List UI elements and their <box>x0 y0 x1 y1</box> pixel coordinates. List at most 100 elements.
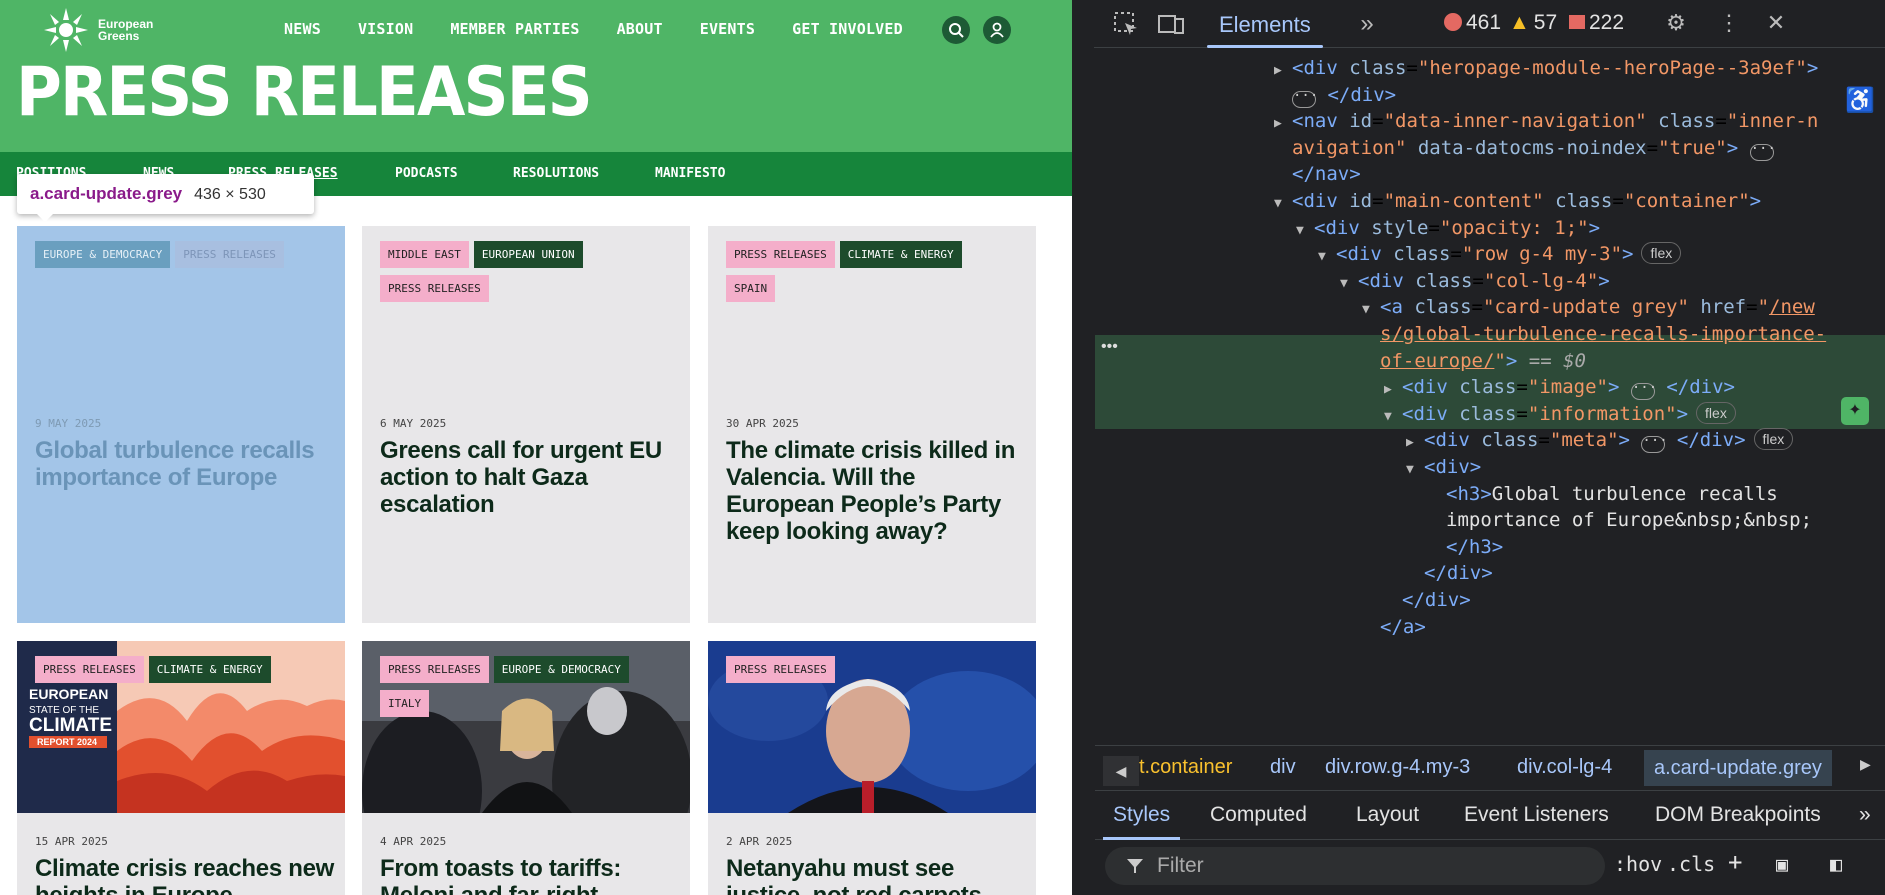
expand-arrow-icon[interactable]: ▼ <box>1296 215 1308 247</box>
page-title: PRESS RELEASES <box>16 53 593 132</box>
subnav-podcasts[interactable]: PODCASTS <box>395 166 458 181</box>
dom-tree: ▶ <div class="heropage-module--heroPage--… <box>1094 50 1885 742</box>
tag[interactable]: PRESS RELEASES <box>175 241 284 268</box>
news-card[interactable]: EUROPEAN STATE OF THE CLIMATE REPORT 202… <box>17 641 345 895</box>
error-count-value: 461 <box>1466 11 1502 34</box>
tag[interactable]: PRESS RELEASES <box>380 656 489 683</box>
expand-arrow-icon[interactable]: ▼ <box>1274 188 1286 220</box>
card-date: 30 APR 2025 <box>726 417 799 430</box>
tag[interactable]: CLIMATE & ENERGY <box>839 241 962 268</box>
expand-arrow-icon[interactable]: ▼ <box>1406 454 1418 486</box>
paint-brush-icon[interactable]: ▣ <box>1776 852 1788 876</box>
nav-events[interactable]: EVENTS <box>700 20 755 38</box>
tag[interactable]: EUROPEAN UNION <box>473 241 583 268</box>
kebab-menu-icon[interactable]: ⋮ <box>1714 10 1744 38</box>
nav-get-involved[interactable]: GET INVOLVED <box>792 20 903 38</box>
crumb-item[interactable]: t.container <box>1139 756 1232 779</box>
more-tabs-icon[interactable]: » <box>1859 803 1871 827</box>
cls-toggle[interactable]: .cls <box>1667 852 1715 876</box>
logo-text: Greens <box>98 29 140 43</box>
tooltip-size: 436 × 530 <box>194 186 266 203</box>
tag[interactable]: ITALY <box>380 690 430 717</box>
nav-about[interactable]: ABOUT <box>617 20 663 38</box>
hero-banner: European Greens NEWS VISION MEMBER PARTI… <box>0 0 1072 152</box>
error-count[interactable]: 461 <box>1444 11 1501 35</box>
tag[interactable]: PRESS RELEASES <box>35 656 144 683</box>
tab-styles[interactable]: Styles <box>1102 803 1181 840</box>
tab-event-listeners[interactable]: Event Listeners <box>1464 803 1609 827</box>
inspect-element-icon[interactable] <box>1111 10 1141 38</box>
card-date: 6 MAY 2025 <box>380 417 447 430</box>
issue-count-value: 222 <box>1589 11 1625 34</box>
nav-member-parties[interactable]: MEMBER PARTIES <box>450 20 579 38</box>
devtools-toolbar: Elements » 461 ▲ 57 222 ⚙ ⋮ ✕ <box>1094 0 1885 48</box>
error-icon <box>1444 13 1462 31</box>
card-tags: PRESS RELEASES EUROPE & DEMOCRACY ITALY <box>380 656 680 724</box>
sunflower-logo-icon <box>44 8 88 52</box>
tab-dom-breakpoints[interactable]: DOM Breakpoints <box>1655 803 1821 827</box>
card-tags: EUROPE & DEMOCRACY PRESS RELEASES <box>35 241 335 275</box>
tag[interactable]: CLIMATE & ENERGY <box>148 656 271 683</box>
settings-gear-icon[interactable]: ⚙ <box>1661 10 1691 38</box>
tab-layout[interactable]: Layout <box>1356 803 1419 827</box>
card-title[interactable]: The climate crisis killed in Valencia. W… <box>726 437 1026 545</box>
account-button[interactable] <box>983 16 1011 44</box>
tag[interactable]: PRESS RELEASES <box>726 241 835 268</box>
card-tags: PRESS RELEASES <box>726 656 1026 690</box>
expand-arrow-icon[interactable]: ▼ <box>1318 241 1330 273</box>
card-tags: MIDDLE EAST EUROPEAN UNION PRESS RELEASES <box>380 241 680 309</box>
card-date: 4 APR 2025 <box>380 835 447 848</box>
expand-arrow-icon[interactable]: ▼ <box>1340 268 1352 300</box>
news-card[interactable]: PRESS RELEASES EUROPE & DEMOCRACY ITALY 4 … <box>362 641 690 895</box>
subnav-manifesto[interactable]: MANIFESTO <box>655 166 725 181</box>
news-card[interactable]: EUROPE & DEMOCRACY PRESS RELEASES 9 MAY 2… <box>17 226 345 623</box>
breadcrumb: ◀ t.container div div.row.g-4.my-3 div.c… <box>1095 745 1885 789</box>
toggle-sidebar-icon[interactable]: ◧ <box>1830 852 1842 876</box>
tag[interactable]: SPAIN <box>726 275 776 302</box>
device-toggle-icon[interactable] <box>1156 10 1186 38</box>
more-tabs-icon[interactable]: » <box>1352 10 1382 38</box>
issue-count[interactable]: 222 <box>1569 11 1624 35</box>
crumb-item[interactable]: div.row.g-4.my-3 <box>1325 756 1470 779</box>
tag[interactable]: EUROPE & DEMOCRACY <box>493 656 629 683</box>
close-icon[interactable]: ✕ <box>1761 10 1791 38</box>
card-title[interactable]: Global turbulence recalls importance of … <box>35 437 335 491</box>
news-card[interactable]: MIDDLE EAST EUROPEAN UNION PRESS RELEASES … <box>362 226 690 623</box>
tag[interactable]: EUROPE & DEMOCRACY <box>35 241 171 268</box>
card-title[interactable]: Greens call for urgent EU action to halt… <box>380 437 680 518</box>
styles-filter-input[interactable]: Filter <box>1105 847 1605 885</box>
site-logo[interactable]: European Greens <box>40 6 153 54</box>
expand-arrow-icon[interactable]: ▼ <box>1384 401 1396 433</box>
tag[interactable]: MIDDLE EAST <box>380 241 469 268</box>
nav-news[interactable]: NEWS <box>284 20 321 38</box>
tag[interactable]: PRESS RELEASES <box>380 275 489 302</box>
card-tags: PRESS RELEASES CLIMATE & ENERGY <box>35 656 335 690</box>
news-card[interactable]: PRESS RELEASES CLIMATE & ENERGY SPAIN 30 A… <box>708 226 1036 623</box>
inspect-tooltip: a.card-update.grey 436 × 530 <box>17 174 314 222</box>
news-card[interactable]: PRESS RELEASES 2 APR 2025 Netanyahu must… <box>708 641 1036 895</box>
crumb-item[interactable]: div.col-lg-4 <box>1517 756 1612 779</box>
tag[interactable]: PRESS RELEASES <box>726 656 835 683</box>
issue-icon <box>1569 15 1585 29</box>
crumb-right-arrow-icon[interactable]: ▶ <box>1860 756 1871 773</box>
crumb-left-arrow-icon[interactable]: ◀ <box>1103 756 1139 786</box>
tab-computed[interactable]: Computed <box>1210 803 1307 827</box>
tab-elements[interactable]: Elements <box>1207 12 1323 48</box>
card-title[interactable]: Climate crisis reaches new heights in Eu… <box>35 855 335 895</box>
subnav-resolutions[interactable]: RESOLUTIONS <box>513 166 599 181</box>
hov-toggle[interactable]: :hov <box>1614 852 1662 876</box>
crumb-item-active[interactable]: a.card-update.grey <box>1644 750 1832 786</box>
crumb-item[interactable]: div <box>1270 756 1296 779</box>
warning-icon: ▲ <box>1509 11 1530 34</box>
filter-icon <box>1127 859 1143 873</box>
dom-tree-line[interactable]: </a> <box>1362 611 1426 643</box>
nav-vision[interactable]: VISION <box>358 20 413 38</box>
card-title[interactable]: Netanyahu must see justice, not red carp… <box>726 855 1026 895</box>
card-tags: PRESS RELEASES CLIMATE & ENERGY SPAIN <box>726 241 1026 309</box>
card-title[interactable]: From toasts to tariffs: Meloni and far-r… <box>380 855 680 895</box>
search-button[interactable] <box>942 16 970 44</box>
report-text: CLIMATE <box>29 715 112 736</box>
user-icon <box>990 22 1004 38</box>
warning-count[interactable]: ▲ 57 <box>1509 11 1557 35</box>
new-rule-plus-icon[interactable]: + <box>1728 848 1742 876</box>
